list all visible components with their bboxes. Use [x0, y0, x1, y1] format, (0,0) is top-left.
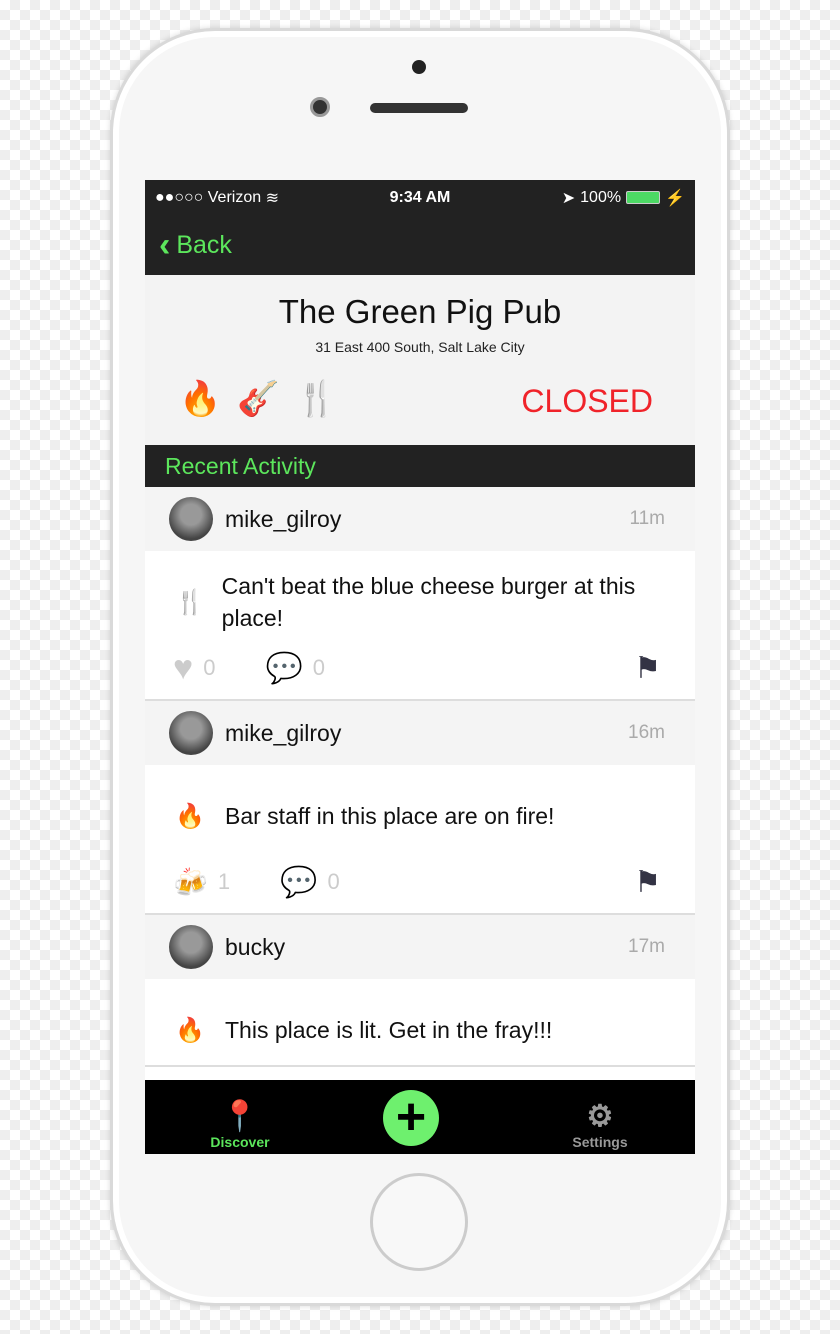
list-item: mike_gilroy 16m 🔥 Bar staff in this place …	[145, 701, 695, 915]
comment-icon: 💬	[280, 865, 318, 899]
venue-address: 31 East 400 South, Salt Lake City	[315, 339, 525, 355]
sensor	[412, 60, 426, 74]
tab-discover[interactable]: 📍 Discover	[205, 1099, 275, 1154]
venue-header: The Green Pig Pub 31 East 400 South, Sal…	[145, 275, 695, 445]
clock: 9:34 AM	[389, 188, 451, 206]
comment-icon: 💬	[265, 651, 303, 685]
screen: ●●○○○ Verizon ≋ 9:34 AM ➤ 100% ⚡ ‹ Back The…	[145, 180, 695, 1154]
beer-mugs-icon: 🍻	[173, 866, 208, 898]
fire-icon: 🔥	[179, 380, 222, 418]
tab-label: Discover	[210, 1134, 270, 1150]
list-item: bucky 17m 🔥 This place is lit. Get in the …	[145, 915, 695, 1067]
gears-icon: ⚙	[586, 1100, 614, 1133]
like-count: 0	[203, 655, 216, 680]
flag-icon[interactable]: ⚑	[634, 651, 661, 686]
timestamp: 17m	[628, 936, 665, 957]
section-title: Recent Activity	[145, 445, 695, 487]
post-text: This place is lit. Get in the fray!!!	[225, 1017, 553, 1043]
tab-settings[interactable]: ⚙ Settings	[565, 1099, 635, 1154]
front-camera	[310, 97, 330, 117]
timestamp: 16m	[628, 722, 665, 743]
tab-bar: 📍 Discover + ⚙ Settings	[145, 1080, 695, 1154]
back-button[interactable]: ‹ Back	[145, 215, 695, 275]
chevron-left-icon: ‹	[159, 225, 171, 264]
comment-button[interactable]: 💬 0	[265, 651, 325, 686]
comment-count: 0	[327, 869, 340, 894]
post-text: Bar staff in this place are on fire!	[225, 803, 555, 829]
timestamp: 11m	[629, 508, 665, 529]
guitar-icon: 🎸	[237, 380, 280, 418]
status-badge: CLOSED	[521, 383, 653, 419]
status-bar: ●●○○○ Verizon ≋ 9:34 AM ➤ 100% ⚡	[145, 180, 695, 215]
back-label: Back	[176, 230, 232, 259]
add-button[interactable]: +	[383, 1090, 439, 1146]
speaker	[370, 103, 468, 113]
cheers-button[interactable]: 🍻 1	[173, 866, 230, 899]
like-button[interactable]: ♥ 0	[173, 649, 215, 688]
flag-icon[interactable]: ⚑	[634, 865, 661, 900]
comment-count: 0	[312, 655, 326, 680]
comment-button[interactable]: 💬 0	[280, 865, 340, 900]
heart-icon: ♥	[173, 648, 194, 687]
avatar[interactable]	[169, 497, 213, 541]
map-pin-icon: 📍	[221, 1100, 259, 1133]
username[interactable]: mike_gilroy	[225, 720, 341, 747]
venue-name: The Green Pig Pub	[278, 293, 562, 330]
fork-knife-icon: 🍴	[295, 380, 339, 418]
fire-icon: 🔥	[175, 802, 205, 830]
avatar[interactable]	[169, 925, 213, 969]
username[interactable]: bucky	[225, 934, 285, 961]
avatar[interactable]	[169, 711, 213, 755]
username[interactable]: mike_gilroy	[225, 506, 341, 533]
fire-icon: 🔥	[175, 1016, 205, 1044]
list-item: mike_gilroy 11m 🍴 Can't beat the blue chee…	[145, 487, 695, 701]
like-count: 1	[217, 869, 231, 894]
tab-label: Settings	[572, 1134, 628, 1150]
fork-knife-icon: 🍴	[175, 588, 205, 616]
home-button[interactable]	[370, 1173, 468, 1271]
post-text: Can't beat the blue cheese burger at thi…	[221, 573, 636, 631]
